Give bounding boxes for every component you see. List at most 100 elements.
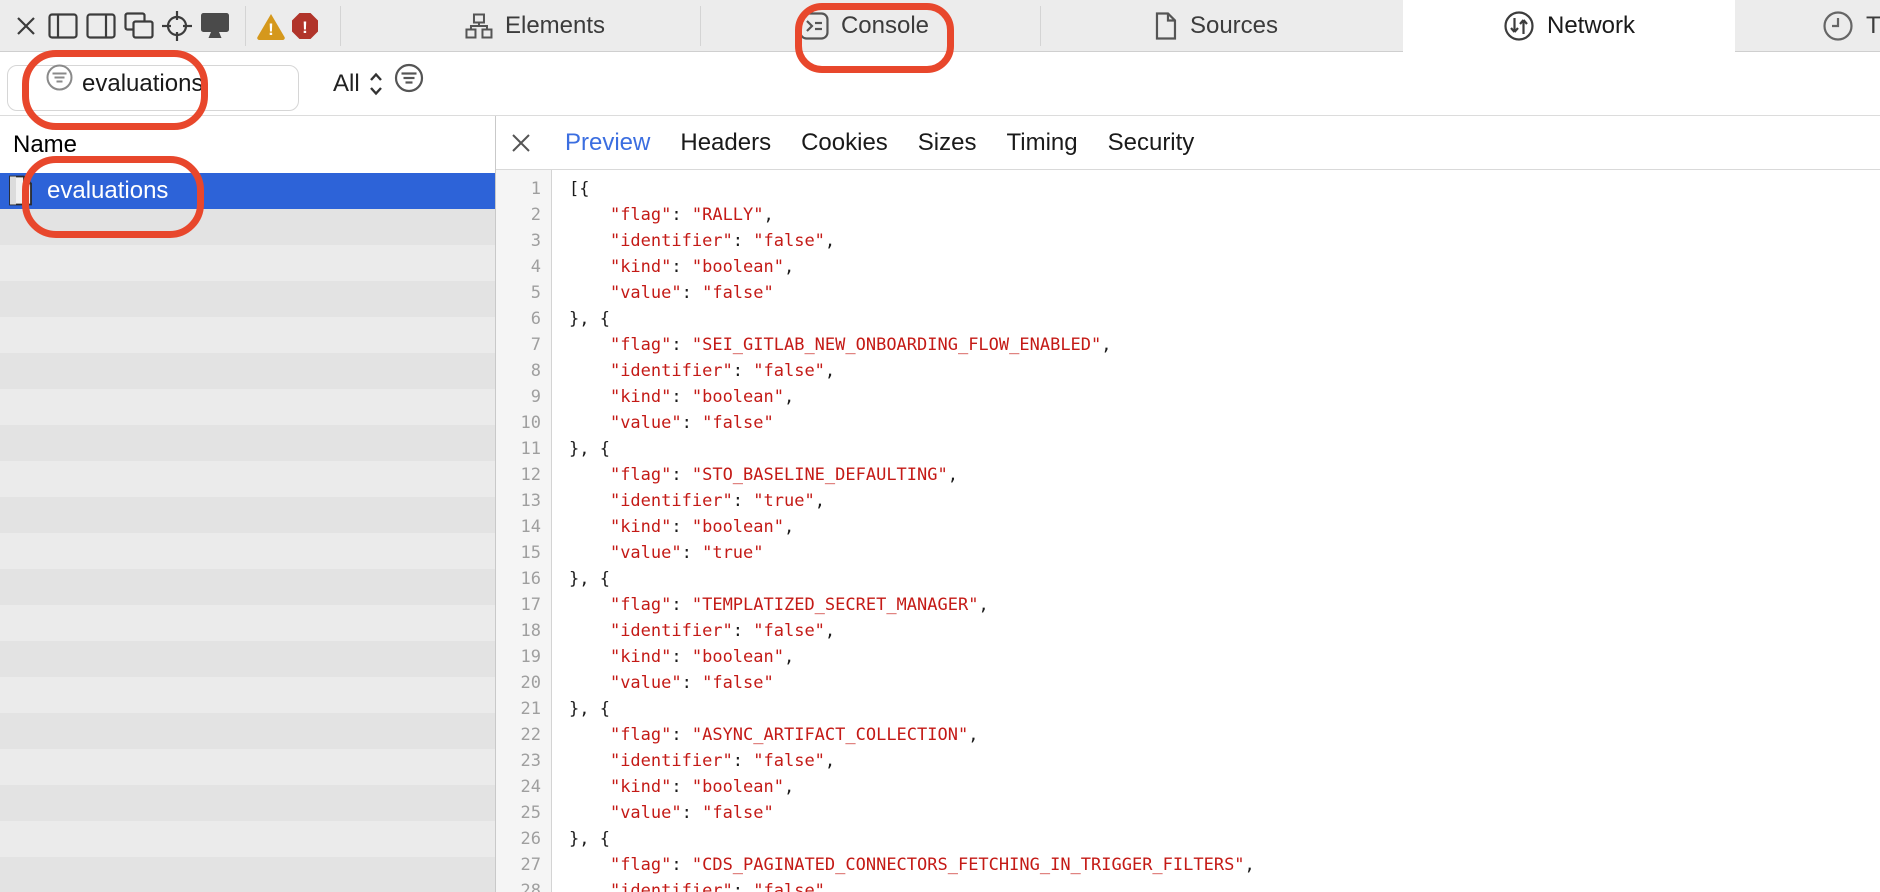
close-icon xyxy=(14,14,38,38)
empty-row-stripe xyxy=(0,497,495,533)
empty-row-stripe xyxy=(0,533,495,569)
monitor-icon xyxy=(200,12,230,40)
json-punctuation-token: , xyxy=(764,205,774,225)
dock-right-button[interactable] xyxy=(84,0,118,52)
tab-timelines-partial[interactable]: T xyxy=(1822,0,1880,52)
json-punctuation-token: : xyxy=(671,257,691,277)
json-string-token: "false" xyxy=(702,673,774,693)
json-punctuation-token: [{ xyxy=(569,179,589,199)
json-string-token: "flag" xyxy=(610,205,671,225)
line-number: 23 xyxy=(496,748,551,774)
json-string-token: "SEI_GITLAB_NEW_ONBOARDING_FLOW_ENABLED" xyxy=(692,335,1101,355)
json-punctuation-token: : xyxy=(671,387,691,407)
json-punctuation-token: }, { xyxy=(569,439,610,459)
json-punctuation-token: , xyxy=(825,751,835,771)
line-number: 13 xyxy=(496,488,551,514)
code-line: "flag": "TEMPLATIZED_SECRET_MANAGER", xyxy=(569,592,1880,618)
detail-tab-cookies[interactable]: Cookies xyxy=(801,129,888,157)
json-punctuation-token: : xyxy=(671,777,691,797)
json-punctuation-token xyxy=(569,335,610,355)
svg-text:!: ! xyxy=(268,20,274,39)
annotation-circle-filter-input xyxy=(22,50,208,130)
detail-tab-security[interactable]: Security xyxy=(1108,129,1195,157)
empty-row-stripe xyxy=(0,821,495,857)
circled-lines-icon xyxy=(394,63,424,93)
empty-row-stripe xyxy=(0,641,495,677)
empty-row-stripe xyxy=(0,677,495,713)
json-punctuation-token: : xyxy=(671,465,691,485)
tab-network[interactable]: Network xyxy=(1403,0,1735,52)
empty-row-stripe xyxy=(0,461,495,497)
tab-elements[interactable]: Elements xyxy=(465,0,605,52)
code-line: "value": "false" xyxy=(569,670,1880,696)
json-punctuation-token xyxy=(569,387,610,407)
code-line: "flag": "CDS_PAGINATED_CONNECTORS_FETCHI… xyxy=(569,852,1880,878)
json-punctuation-token: , xyxy=(825,881,835,892)
cascade-windows-icon xyxy=(124,12,154,40)
empty-row-stripe xyxy=(0,749,495,785)
close-inspector-button[interactable] xyxy=(12,0,40,52)
empty-row-stripe xyxy=(0,317,495,353)
errors-button[interactable]: ! xyxy=(289,0,321,52)
detail-tab-headers[interactable]: Headers xyxy=(680,129,771,157)
warnings-button[interactable]: ! xyxy=(255,0,287,52)
dock-left-button[interactable] xyxy=(46,0,80,52)
json-punctuation-token xyxy=(569,517,610,537)
json-punctuation-token: , xyxy=(1101,335,1111,355)
tab-network-label: Network xyxy=(1547,12,1635,40)
request-list-empty-rows xyxy=(0,209,495,892)
elements-icon xyxy=(465,13,493,39)
device-settings-button[interactable] xyxy=(198,0,232,52)
json-string-token: "identifier" xyxy=(610,361,733,381)
json-string-token: "boolean" xyxy=(692,647,784,667)
filter-options-button[interactable] xyxy=(394,63,424,93)
line-number: 19 xyxy=(496,644,551,670)
tab-timelines-label: T xyxy=(1866,12,1880,40)
json-punctuation-token xyxy=(569,595,610,615)
line-number: 15 xyxy=(496,540,551,566)
line-number: 2 xyxy=(496,202,551,228)
close-detail-button[interactable] xyxy=(506,116,536,170)
tab-sources[interactable]: Sources xyxy=(1154,0,1278,52)
json-punctuation-token: }, { xyxy=(569,699,610,719)
json-string-token: "true" xyxy=(702,543,763,563)
json-punctuation-token xyxy=(569,673,610,693)
json-punctuation-token: : xyxy=(733,231,753,251)
json-punctuation-token: , xyxy=(784,777,794,797)
detail-tab-sizes[interactable]: Sizes xyxy=(918,129,977,157)
tab-elements-label: Elements xyxy=(505,12,605,40)
code-line: "identifier": "false", xyxy=(569,878,1880,892)
undock-button[interactable] xyxy=(122,0,156,52)
warning-triangle-icon: ! xyxy=(256,12,286,40)
json-punctuation-token: , xyxy=(968,725,978,745)
empty-row-stripe xyxy=(0,281,495,317)
line-number: 17 xyxy=(496,592,551,618)
annotation-circle-console-tab xyxy=(795,3,954,73)
json-punctuation-token: : xyxy=(671,205,691,225)
clock-icon xyxy=(1822,10,1854,42)
line-number: 3 xyxy=(496,228,551,254)
element-picker-button[interactable] xyxy=(160,0,194,52)
empty-row-stripe xyxy=(0,785,495,821)
empty-row-stripe xyxy=(0,713,495,749)
line-number: 5 xyxy=(496,280,551,306)
detail-tabs: Preview Headers Cookies Sizes Timing Sec… xyxy=(565,116,1194,170)
json-string-token: "kind" xyxy=(610,517,671,537)
line-number: 14 xyxy=(496,514,551,540)
json-punctuation-token: : xyxy=(682,543,702,563)
json-string-token: "flag" xyxy=(610,725,671,745)
detail-tab-preview[interactable]: Preview xyxy=(565,129,650,157)
line-number: 24 xyxy=(496,774,551,800)
json-punctuation-token: , xyxy=(825,621,835,641)
code-line: }, { xyxy=(569,826,1880,852)
resource-type-dropdown[interactable]: All xyxy=(333,52,384,115)
json-punctuation-token: : xyxy=(671,647,691,667)
detail-tab-timing[interactable]: Timing xyxy=(1006,129,1077,157)
json-preview-content[interactable]: [{ "flag": "RALLY", "identifier": "false… xyxy=(553,170,1880,892)
json-punctuation-token xyxy=(569,855,610,875)
line-number: 8 xyxy=(496,358,551,384)
line-number: 22 xyxy=(496,722,551,748)
json-string-token: "false" xyxy=(753,751,825,771)
json-punctuation-token xyxy=(569,413,610,433)
json-punctuation-token: , xyxy=(784,257,794,277)
